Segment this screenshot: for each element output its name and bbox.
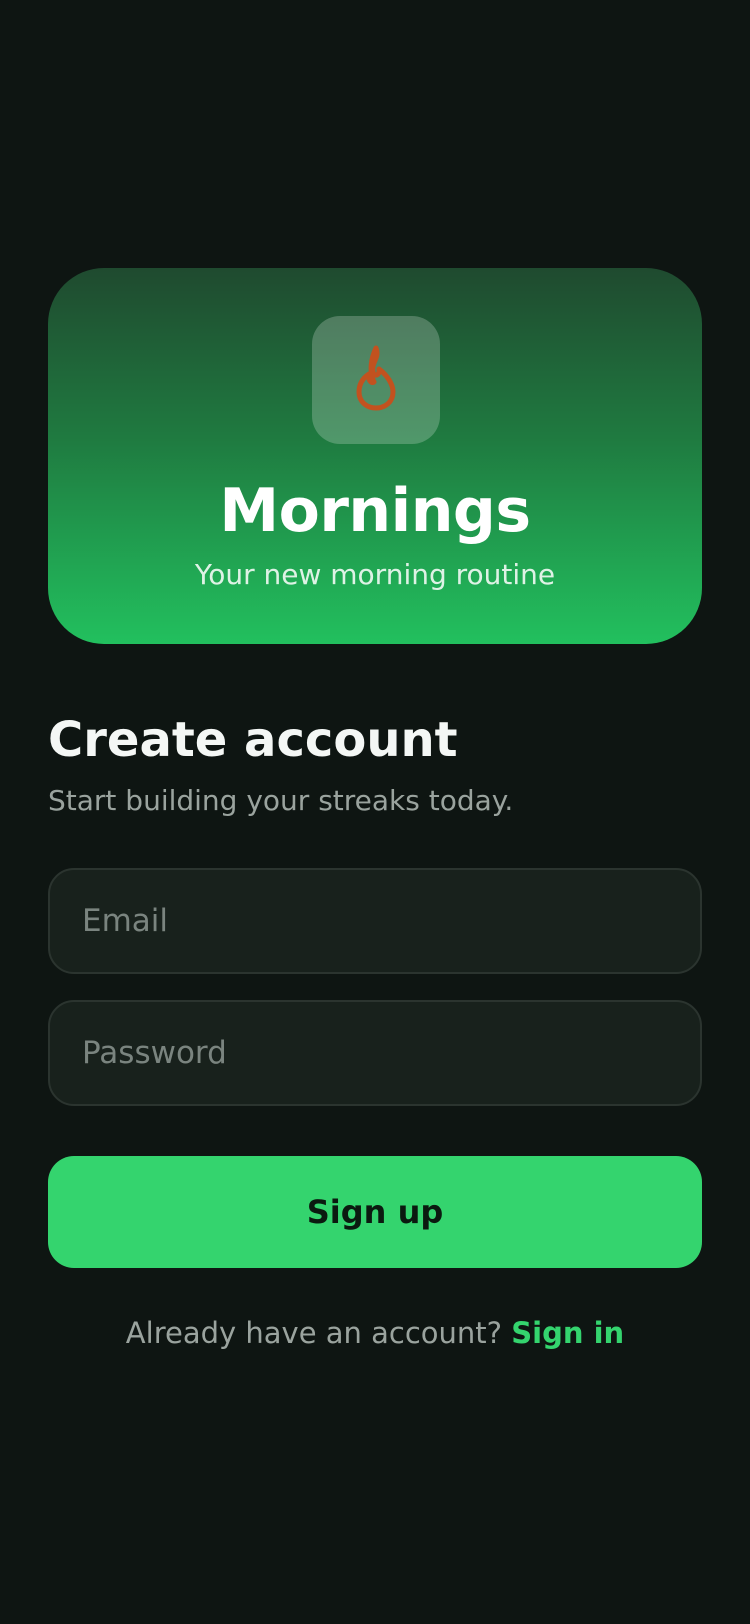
flame-icon [349,344,403,416]
email-field-container [48,868,702,974]
app-tagline: Your new morning routine [194,558,556,591]
email-field[interactable] [50,870,700,972]
sign-in-prompt-text: Already have an account? [125,1316,503,1350]
app-title: Mornings [219,476,531,546]
password-field-container [48,1000,702,1106]
sign-in-prompt: Already have an account? Sign in [0,1316,750,1350]
app-logo [312,316,440,444]
page-title: Create account [48,712,458,768]
sign-up-button[interactable]: Sign up [48,1156,702,1268]
sign-in-link[interactable]: Sign in [511,1316,624,1350]
hero-banner: Mornings Your new morning routine [48,268,702,644]
password-field[interactable] [50,1002,700,1104]
page-subtitle: Start building your streaks today. [48,784,514,817]
